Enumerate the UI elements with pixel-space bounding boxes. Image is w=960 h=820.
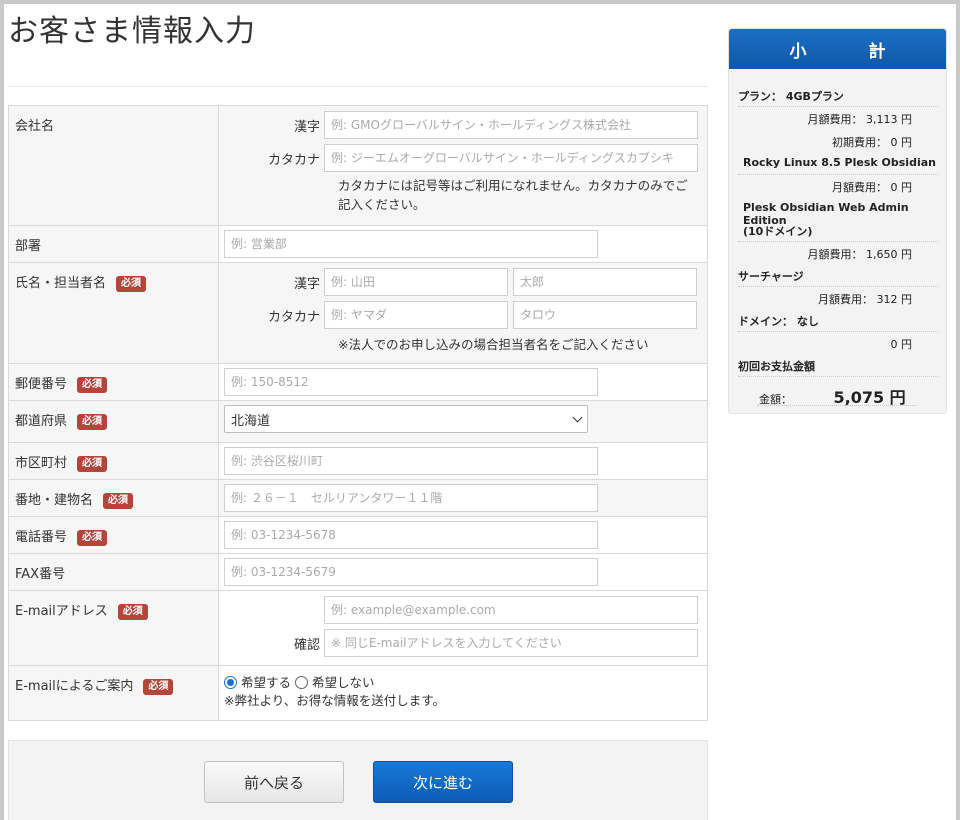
surcharge-label: サーチャージ — [738, 270, 804, 283]
phone-input[interactable]: 例: 03-1234-5678 — [224, 521, 598, 549]
os-monthly-fee: 月額費用： 0 円 — [832, 181, 912, 194]
email-label: E-mailアドレス — [15, 604, 108, 619]
email-required-badge: 必須 — [117, 604, 148, 620]
email-confirm-label: 確認 — [293, 637, 320, 653]
first-name-kana-input[interactable]: タロウ — [513, 301, 697, 329]
fax-label: FAX番号 — [8, 553, 219, 591]
company-kanji-input[interactable]: 例: GMOグローバルサイン・ホールディングス株式会社 — [324, 111, 698, 139]
row-city: 市区町村 必須 例: 渋谷区桜川町 — [8, 442, 708, 480]
name-kana-label: カタカナ — [267, 309, 320, 325]
domain-label: ドメイン： なし — [738, 315, 819, 328]
company-kana-note: カタカナには記号等はご利用になれません。カタカナのみでご記入ください。 — [338, 178, 688, 212]
last-name-kana-input[interactable]: 例: ヤマダ — [324, 301, 508, 329]
department-input[interactable]: 例: 営業部 — [224, 230, 598, 258]
email-input[interactable]: 例: example@example.com — [324, 596, 698, 624]
company-label: 会社名 — [8, 105, 219, 226]
subtotal-panel: 小 計 プラン： 4GBプラン 月額費用： 3,113 円 初期費用： 0 円 … — [728, 28, 947, 414]
newsletter-note: ※弊社より、お得な情報を送付します。 — [224, 693, 445, 708]
row-email: E-mailアドレス 必須 例: example@example.com 確認 ※… — [8, 590, 708, 666]
radio-selected-icon[interactable] — [224, 676, 237, 689]
plesk-name-line2: (10ドメイン) — [743, 225, 813, 238]
postal-label: 郵便番号 — [15, 377, 68, 392]
company-kana-label: カタカナ — [267, 152, 320, 168]
prefecture-required-badge: 必須 — [77, 414, 108, 430]
back-button[interactable]: 前へ戻る — [204, 761, 344, 803]
city-input[interactable]: 例: 渋谷区桜川町 — [224, 447, 598, 475]
plesk-monthly-fee: 月額費用： 1,650 円 — [807, 248, 912, 261]
plan-label: プラン： — [738, 90, 782, 103]
row-address: 番地・建物名 必須 例: ２６－１ セルリアンタワー１１階 — [8, 479, 708, 517]
plan-row: プラン： 4GBプラン — [738, 88, 938, 104]
city-label: 市区町村 — [15, 456, 68, 471]
row-prefecture: 都道府県 必須 北海道 — [8, 400, 708, 443]
department-label: 部署 — [8, 225, 219, 263]
newsletter-option-yes[interactable]: 希望する — [224, 675, 291, 690]
row-postal: 郵便番号 必須 例: 150-8512 — [8, 363, 708, 401]
phone-required-badge: 必須 — [77, 530, 108, 546]
button-bar: 前へ戻る 次に進む — [8, 740, 708, 820]
city-required-badge: 必須 — [77, 456, 108, 472]
plan-value: 4GBプラン — [785, 90, 844, 103]
phone-label: 電話番号 — [15, 530, 68, 545]
row-name: 氏名・担当者名 必須 漢字 例: 山田 太郎 カタカナ 例: ヤマダ タロウ ※法… — [8, 262, 708, 364]
name-note: ※法人でのお申し込みの場合担当者名をご記入ください — [338, 337, 649, 352]
chevron-down-icon — [572, 412, 583, 422]
row-phone: 電話番号 必須 例: 03-1234-5678 — [8, 516, 708, 554]
newsletter-option-no[interactable]: 希望しない — [294, 675, 375, 690]
first-name-input[interactable]: 太郎 — [513, 268, 697, 296]
company-kana-input[interactable]: 例: ジーエムオーグローバルサイン・ホールディングスカブシキ — [324, 144, 698, 172]
subtotal-title: 小 計 — [729, 29, 946, 69]
newsletter-no-label: 希望しない — [311, 675, 375, 690]
email-confirm-input[interactable]: ※ 同じE-mailアドレスを入力してください — [324, 629, 698, 657]
newsletter-yes-label: 希望する — [240, 675, 291, 690]
customer-info-form: 会社名 漢字 例: GMOグローバルサイン・ホールディングス株式会社 カタカナ … — [8, 105, 708, 721]
name-required-badge: 必須 — [116, 276, 147, 292]
surcharge-monthly-fee: 月額費用： 312 円 — [818, 293, 912, 306]
last-name-input[interactable]: 例: 山田 — [324, 268, 508, 296]
newsletter-label: E-mailによるご案内 — [15, 679, 134, 694]
address-input[interactable]: 例: ２６－１ セルリアンタワー１１階 — [224, 484, 598, 512]
newsletter-required-badge: 必須 — [143, 679, 174, 695]
address-required-badge: 必須 — [103, 493, 134, 509]
name-label: 氏名・担当者名 — [15, 276, 107, 291]
prefecture-select[interactable]: 北海道 — [224, 405, 588, 433]
row-newsletter: E-mailによるご案内 必須 希望する 希望しない ※弊社より、お得な情報を送付… — [8, 665, 708, 721]
radio-unselected-icon[interactable] — [294, 676, 308, 689]
name-kanji-label: 漢字 — [293, 276, 320, 292]
row-company: 会社名 漢字 例: GMOグローバルサイン・ホールディングス株式会社 カタカナ … — [8, 105, 708, 226]
plan-monthly-fee: 月額費用： 3,113 円 — [807, 113, 912, 126]
prefecture-label: 都道府県 — [15, 414, 68, 429]
postal-code-input[interactable]: 例: 150-8512 — [224, 368, 598, 396]
row-fax: FAX番号 例: 03-1234-5679 — [8, 553, 708, 591]
row-department: 部署 例: 営業部 — [8, 225, 708, 263]
prefecture-selected-value: 北海道 — [231, 413, 271, 429]
first-payment-label: 初回お支払金額 — [738, 360, 815, 373]
postal-required-badge: 必須 — [77, 377, 108, 393]
plan-initial-fee: 初期費用： 0 円 — [832, 136, 912, 149]
next-button[interactable]: 次に進む — [373, 761, 513, 803]
company-kanji-label: 漢字 — [293, 119, 320, 135]
os-name: Rocky Linux 8.5 Plesk Obsidian — [743, 156, 936, 169]
page-title: お客さま情報入力 — [8, 14, 256, 49]
address-label: 番地・建物名 — [15, 493, 94, 508]
title-divider — [8, 86, 708, 87]
fax-input[interactable]: 例: 03-1234-5679 — [224, 558, 598, 586]
domain-price: 0 円 — [890, 338, 913, 351]
